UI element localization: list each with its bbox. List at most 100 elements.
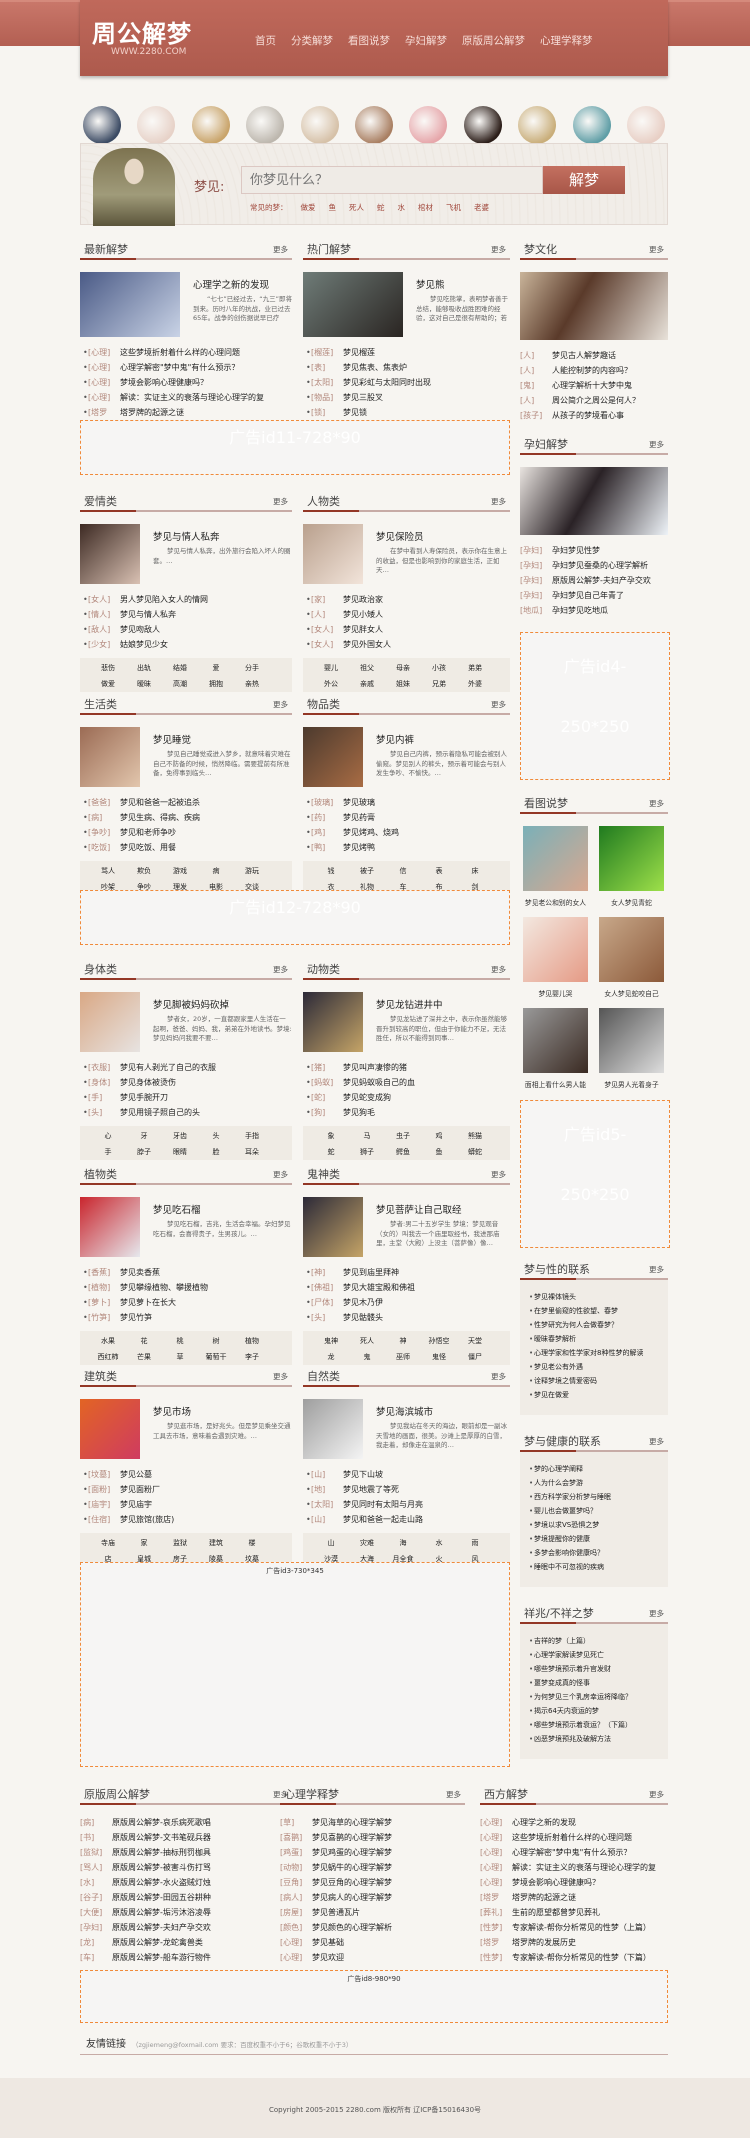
tag-link[interactable]: 小孩 bbox=[421, 663, 457, 677]
feature-image[interactable] bbox=[80, 1197, 140, 1257]
pregnant-image[interactable] bbox=[520, 467, 668, 535]
ad-banner-8[interactable]: 广告id8-980*90 bbox=[80, 1970, 668, 2023]
list-item[interactable]: [地瓜] 孕妇梦见吃地瓜 bbox=[520, 603, 668, 618]
list-item[interactable]: [性梦] 专家解读-帮你分析常见的性梦（上篇） bbox=[480, 1920, 668, 1935]
tag-link[interactable]: 祖父 bbox=[349, 663, 385, 677]
item-title[interactable]: 男人梦见陷入女人的情网 bbox=[120, 594, 208, 605]
item-tag[interactable]: [表] bbox=[311, 362, 343, 373]
item-tag[interactable]: [山] bbox=[311, 1469, 343, 1480]
tag-link[interactable]: 李子 bbox=[234, 1352, 270, 1366]
list-item[interactable]: • [住宿] 梦见旅馆(旅店) bbox=[80, 1512, 292, 1527]
item-tag[interactable]: [蛇] bbox=[311, 1092, 343, 1103]
item-tag[interactable]: [地] bbox=[311, 1484, 343, 1495]
item-tag[interactable]: [手] bbox=[88, 1092, 120, 1103]
feature-image[interactable] bbox=[303, 1197, 363, 1257]
list-item[interactable]: • [药] 梦见药膏 bbox=[303, 810, 510, 825]
item-tag[interactable]: [心理] bbox=[480, 1877, 512, 1888]
tag-link[interactable]: 灾难 bbox=[349, 1538, 385, 1552]
item-tag[interactable]: [骂人] bbox=[80, 1862, 112, 1873]
item-tag[interactable]: [鸡蛋] bbox=[280, 1847, 312, 1858]
item-title[interactable]: 梦见用镜子照自己的头 bbox=[120, 1107, 200, 1118]
picture-image[interactable] bbox=[523, 1008, 588, 1073]
item-title[interactable]: 噩梦变成真的怪事 bbox=[534, 1678, 590, 1688]
list-item[interactable]: • [衣服] 梦见有人剥光了自己的衣服 bbox=[80, 1060, 292, 1075]
list-item[interactable]: • [佛祖] 梦见大雄宝殿和佛祖 bbox=[303, 1280, 510, 1295]
item-tag[interactable]: [孩子] bbox=[520, 410, 552, 421]
tag-link[interactable]: 蟒蛇 bbox=[457, 1147, 493, 1161]
more-link[interactable]: 更多 bbox=[273, 964, 288, 975]
more-link[interactable]: 更多 bbox=[273, 1371, 288, 1382]
item-title[interactable]: 梦见到庙里拜神 bbox=[343, 1267, 399, 1278]
tag-link[interactable]: 草 bbox=[162, 1352, 198, 1366]
item-title[interactable]: 周公简介之周公是何人？ bbox=[552, 395, 640, 406]
list-item[interactable]: • 凶恶梦境预兆及破解方法 bbox=[526, 1732, 662, 1746]
tag-link[interactable]: 龙 bbox=[313, 1352, 349, 1366]
more-link[interactable]: 更多 bbox=[273, 496, 288, 507]
item-tag[interactable]: [书] bbox=[80, 1832, 112, 1843]
picture-caption[interactable]: 梦见男人光着身子 bbox=[599, 1079, 664, 1095]
list-item[interactable]: • [山] 梦见下山坡 bbox=[303, 1467, 510, 1482]
list-item[interactable]: • [神] 梦见到庙里拜神 bbox=[303, 1265, 510, 1280]
picture-caption[interactable]: 梦见老公和别的女人 bbox=[523, 897, 588, 913]
item-title[interactable]: 人能控制梦的内容吗？ bbox=[552, 365, 632, 376]
list-item[interactable]: • 暧昧春梦解析 bbox=[526, 1332, 662, 1346]
ad-box-4[interactable]: 广告id4- 250*250 bbox=[520, 632, 670, 780]
more-link[interactable]: 更多 bbox=[491, 1169, 506, 1180]
item-title[interactable]: 梦见吃饭、用餐 bbox=[120, 842, 176, 853]
item-title[interactable]: 梦境以求VS恐惧之梦 bbox=[534, 1520, 599, 1530]
tag-link[interactable]: 结婚 bbox=[162, 663, 198, 677]
item-tag[interactable]: [衣服] bbox=[88, 1062, 120, 1073]
more-link[interactable]: 更多 bbox=[649, 439, 664, 450]
item-title[interactable]: 梦见攀缘植物、攀援植物 bbox=[120, 1282, 208, 1293]
picture-image[interactable] bbox=[599, 1008, 664, 1073]
item-title[interactable]: 原版周公解梦-水火盗贼灯烛 bbox=[112, 1877, 211, 1888]
item-title[interactable]: 原版周公解梦-夫妇产孕交欢 bbox=[552, 575, 651, 586]
item-title[interactable]: 梦见木乃伊 bbox=[343, 1297, 383, 1308]
nav-item[interactable]: 首页 bbox=[255, 33, 276, 48]
tag-link[interactable]: 牙 bbox=[126, 1131, 162, 1145]
tag-link[interactable]: 游戏 bbox=[162, 866, 198, 880]
list-item[interactable]: [大便] 原版周公解梦-垢污沐浴凌辱 bbox=[80, 1905, 292, 1920]
list-item[interactable]: [鬼] 心理学解析十大梦中鬼 bbox=[520, 378, 668, 393]
list-item[interactable]: [塔罗 塔罗牌的发展历史 bbox=[480, 1935, 668, 1950]
list-item[interactable]: • [面粉] 梦见面粉厂 bbox=[80, 1482, 292, 1497]
tag-link[interactable]: 欺负 bbox=[126, 866, 162, 880]
list-item[interactable]: • [狗] 梦见狗毛 bbox=[303, 1105, 510, 1120]
tag-link[interactable]: 花 bbox=[126, 1336, 162, 1350]
tag-link[interactable]: 鸡 bbox=[421, 1131, 457, 1145]
item-title[interactable]: 原版周公解梦-文书笔砚兵器 bbox=[112, 1832, 211, 1843]
list-item[interactable]: [龙] 原版周公解梦-龙蛇禽兽类 bbox=[80, 1935, 292, 1950]
list-item[interactable]: • [蚂蚁] 梦见蚂蚁吸自己的血 bbox=[303, 1075, 510, 1090]
tag-link[interactable]: 婴儿 bbox=[313, 663, 349, 677]
list-item[interactable]: • [蛇] 梦见蛇变成狗 bbox=[303, 1090, 510, 1105]
tag-link[interactable]: 水果 bbox=[90, 1336, 126, 1350]
item-tag[interactable]: [神] bbox=[311, 1267, 343, 1278]
more-link[interactable]: 更多 bbox=[273, 244, 288, 255]
item-title[interactable]: 吉祥的梦（上篇） bbox=[534, 1636, 590, 1646]
item-title[interactable]: 梦见与情人私奔 bbox=[120, 609, 176, 620]
list-item[interactable]: • [爸爸] 梦见和爸爸一起被追杀 bbox=[80, 795, 292, 810]
item-tag[interactable]: [爸爸] bbox=[88, 797, 120, 808]
tag-link[interactable]: 头 bbox=[198, 1131, 234, 1145]
item-tag[interactable]: [尸体] bbox=[311, 1297, 343, 1308]
search-input[interactable] bbox=[241, 166, 543, 194]
item-tag[interactable]: [女人] bbox=[311, 639, 343, 650]
tag-link[interactable]: 母亲 bbox=[385, 663, 421, 677]
item-tag[interactable]: [车] bbox=[80, 1952, 112, 1963]
tag-link[interactable]: 出轨 bbox=[126, 663, 162, 677]
nav-item[interactable]: 分类解梦 bbox=[291, 33, 333, 48]
list-item[interactable]: • [太阳] 梦见彩虹与太阳同时出现 bbox=[303, 375, 510, 390]
list-item[interactable]: [谷子] 原版周公解梦-田园五谷耕种 bbox=[80, 1890, 292, 1905]
item-tag[interactable]: [竹笋] bbox=[88, 1312, 120, 1323]
list-item[interactable]: • [敌人] 梦见吻敌人 bbox=[80, 622, 292, 637]
hot-dream-link[interactable]: 老婆 bbox=[474, 202, 489, 213]
list-item[interactable]: • 心理学家解读梦见死亡 bbox=[526, 1648, 662, 1662]
tag-link[interactable]: 表 bbox=[421, 866, 457, 880]
picture-caption[interactable]: 女人梦见蛇咬自己 bbox=[599, 988, 664, 1004]
item-tag[interactable]: [水] bbox=[80, 1877, 112, 1888]
item-title[interactable]: 原版周公解梦-被害斗伤打骂 bbox=[112, 1862, 211, 1873]
item-tag[interactable]: [人] bbox=[520, 365, 552, 376]
list-item[interactable]: • [吃饭] 梦见吃饭、用餐 bbox=[80, 840, 292, 855]
feature-image[interactable] bbox=[80, 1399, 140, 1459]
list-item[interactable]: • [人] 梦见小矮人 bbox=[303, 607, 510, 622]
